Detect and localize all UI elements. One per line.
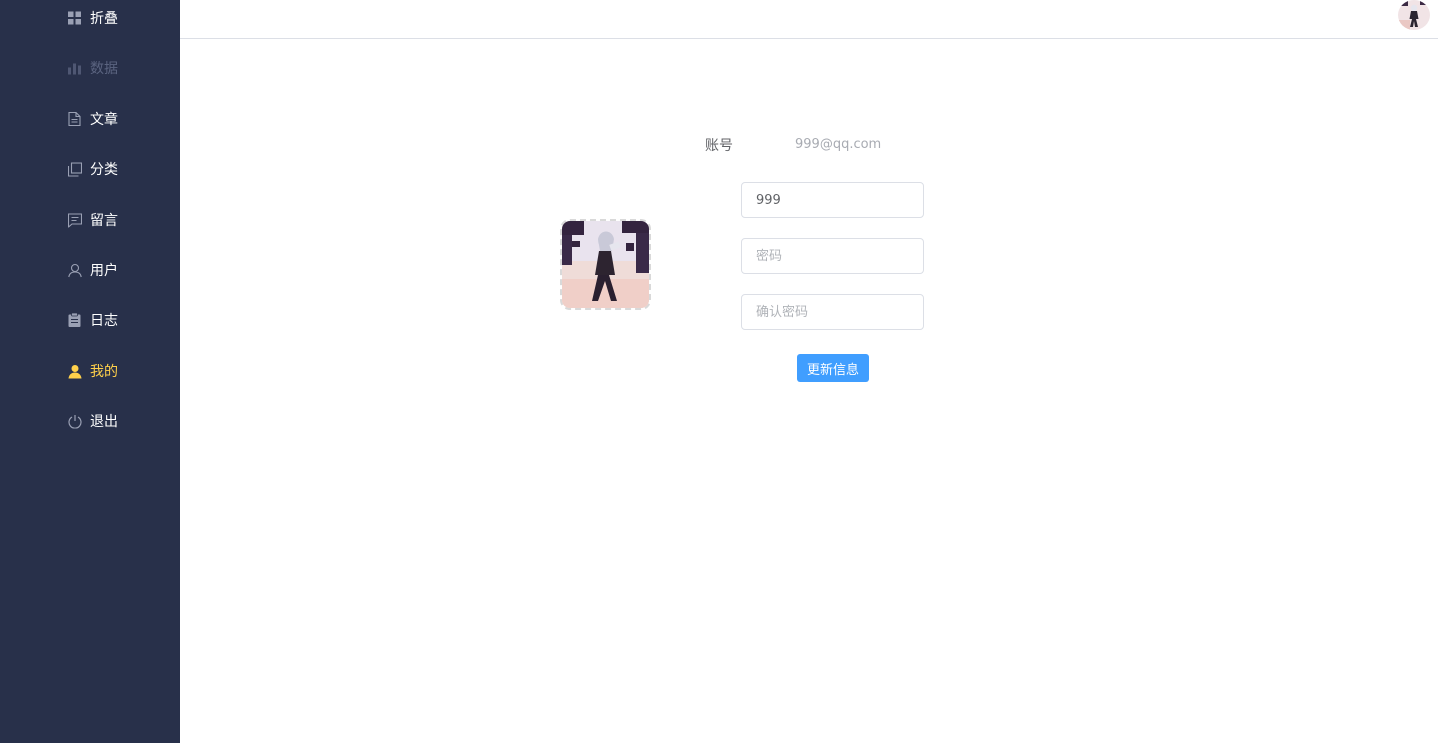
user-filled-icon — [67, 364, 82, 379]
header-avatar[interactable] — [1398, 0, 1430, 30]
top-header — [180, 0, 1438, 39]
password-field[interactable] — [741, 238, 924, 274]
account-value: 999@qq.com — [795, 137, 882, 152]
sidebar: 折叠 数据 文章 分类 留言 用户 日志 我的 退出 — [0, 0, 180, 743]
clipboard-icon — [67, 312, 82, 328]
sidebar-item-logs[interactable]: 日志 — [0, 300, 180, 340]
sidebar-item-data[interactable]: 数据 — [0, 48, 180, 88]
chat-icon — [67, 213, 82, 228]
avatar-upload[interactable] — [560, 219, 651, 310]
sidebar-item-label: 数据 — [90, 61, 118, 77]
sidebar-item-label: 我的 — [90, 364, 118, 380]
sidebar-item-label: 留言 — [90, 213, 118, 229]
grid-icon — [67, 11, 82, 26]
sidebar-item-logout[interactable]: 退出 — [0, 401, 180, 441]
sidebar-item-label: 用户 — [90, 263, 118, 279]
username-field[interactable] — [741, 182, 924, 218]
power-icon — [67, 414, 82, 429]
sidebar-item-label: 分类 — [90, 162, 118, 178]
app-root: 折叠 数据 文章 分类 留言 用户 日志 我的 退出 账号 999@qq.com… — [0, 0, 1438, 743]
user-icon — [67, 263, 82, 278]
sidebar-item-articles[interactable]: 文章 — [0, 99, 180, 139]
sidebar-item-label: 文章 — [90, 112, 118, 128]
sidebar-item-collapse[interactable]: 折叠 — [0, 0, 180, 38]
account-label: 账号 — [705, 138, 733, 154]
sidebar-item-categories[interactable]: 分类 — [0, 149, 180, 189]
bar-chart-icon — [67, 61, 82, 76]
sidebar-item-users[interactable]: 用户 — [0, 250, 180, 290]
update-info-button[interactable]: 更新信息 — [797, 354, 869, 382]
sidebar-item-label: 日志 — [90, 313, 118, 329]
sidebar-item-messages[interactable]: 留言 — [0, 200, 180, 240]
document-icon — [67, 111, 82, 127]
sidebar-item-mine[interactable]: 我的 — [0, 351, 180, 391]
confirm-password-field[interactable] — [741, 294, 924, 330]
sidebar-item-label: 退出 — [90, 414, 118, 430]
copy-icon — [67, 162, 82, 177]
sidebar-item-label: 折叠 — [90, 11, 118, 27]
